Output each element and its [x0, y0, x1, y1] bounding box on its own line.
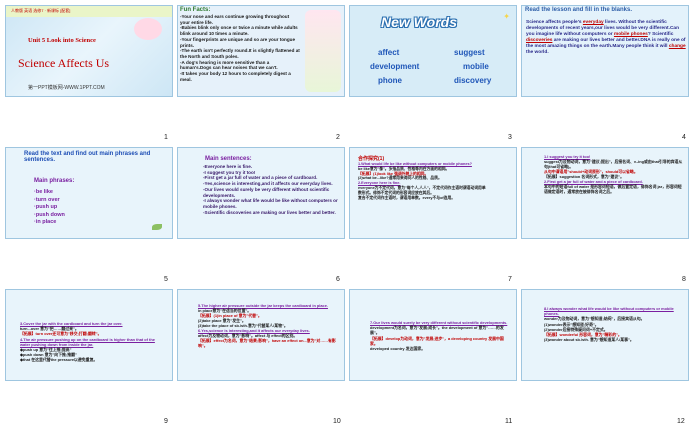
word-item: suggest — [454, 48, 485, 57]
slide-thumbnail-2[interactable]: Fun Facts: -Your nose and ears continue … — [177, 5, 345, 97]
slide-thumbnail-4[interactable]: Read the lesson and fill in the blanks. … — [521, 5, 689, 97]
slide-number: 12 — [677, 418, 685, 425]
word-item: development — [370, 62, 420, 71]
explanation-text: 8.I always wonder what life would be lik… — [544, 306, 674, 343]
slide-thumbnail-12[interactable]: 8.I always wonder what life would be lik… — [521, 289, 689, 381]
slide-heading: Read the text and find out main phrases … — [24, 151, 151, 163]
blank-answer: mobile phones — [613, 32, 648, 37]
slide-number: 1 — [164, 134, 168, 141]
star-decoration: ✦ — [503, 12, 510, 21]
word-item: discovery — [454, 76, 492, 85]
sentence-list: -Everyone here is fine. -I suggest you t… — [203, 164, 338, 215]
slide-heading: Read the lesson and fill in the blanks. — [525, 7, 633, 13]
watermark-site: 第一PPT模板网-WWW.1PPT.COM — [28, 85, 105, 91]
slide-heading: Main sentences: — [205, 156, 252, 162]
slide-title: New Words — [381, 14, 457, 30]
fun-facts-list: -Your nose and ears continue growing thr… — [180, 14, 300, 82]
explanation-text: 5.The higher air pressure outside the ja… — [198, 303, 336, 348]
word-item: mobile — [463, 62, 489, 71]
slide-number: 2 — [336, 134, 340, 141]
slide-number: 8 — [682, 276, 686, 283]
explanation-text: 3.Cover the jar with the cardboard and t… — [20, 321, 155, 363]
cloze-paragraph: Science affects people's everyday lives.… — [526, 20, 686, 55]
slide-series-tag: 人教版 英语 选修7 · 新课标 [配套] — [11, 8, 71, 13]
slide-thumbnail-10[interactable]: 5.The higher air pressure outside the ja… — [177, 289, 345, 381]
slide-number: 3 — [508, 134, 512, 141]
cover-title: Science Affects Us — [18, 56, 110, 70]
slide-thumbnail-9[interactable]: 3.Cover the jar with the cardboard and t… — [5, 289, 173, 381]
slide-number: 7 — [508, 276, 512, 283]
slide-heading: Fun Facts: — [180, 7, 211, 13]
phrase-list: ·be like ·turn over ·push up ·push down … — [34, 189, 65, 225]
slide-number: 6 — [336, 276, 340, 283]
slide-number: 5 — [164, 276, 168, 283]
explanation-text: 1.I suggest you try it too! suggest为及物动词… — [544, 154, 683, 194]
slide-thumbnail-3[interactable]: New Words affect suggest development mob… — [349, 5, 517, 97]
decoration-graphic — [134, 18, 162, 40]
slide-thumbnail-11[interactable]: 7.Our lives would surely be very differe… — [349, 289, 517, 381]
blank-answer: everyday — [582, 20, 604, 25]
word-item: affect — [378, 48, 400, 57]
leaf-decoration — [152, 224, 162, 230]
slide-thumbnail-5[interactable]: Read the text and find out main phrases … — [5, 147, 173, 239]
slide-thumbnail-7[interactable]: 合作探究(1) 1.What would life be like withou… — [349, 147, 517, 239]
slide-thumbnail-6[interactable]: Main sentences: -Everyone here is fine. … — [177, 147, 345, 239]
slide-number: 11 — [505, 418, 513, 425]
slide-thumbnail-8[interactable]: 1.I suggest you try it too! suggest为及物动词… — [521, 147, 689, 239]
dna-illustration — [305, 10, 341, 92]
blank-answer: discoveries — [526, 38, 553, 43]
slide-number: 10 — [333, 418, 341, 425]
word-item: phone — [378, 76, 402, 85]
slide-number: 9 — [164, 418, 168, 425]
unit-label: Unit 5 Look into Science — [28, 37, 96, 44]
explanation-text: 7.Our lives would surely be very differe… — [370, 320, 508, 352]
blank-answer: change — [668, 44, 686, 49]
slide-thumbnail-1[interactable]: 人教版 英语 选修7 · 新课标 [配套] Unit 5 Look into S… — [5, 5, 173, 97]
slide-heading: 合作探究(1) — [358, 156, 385, 162]
explanation-text: 1.What would life be like without comput… — [358, 162, 486, 200]
sub-heading: Main phrases: — [34, 178, 75, 184]
slide-number: 4 — [682, 134, 686, 141]
